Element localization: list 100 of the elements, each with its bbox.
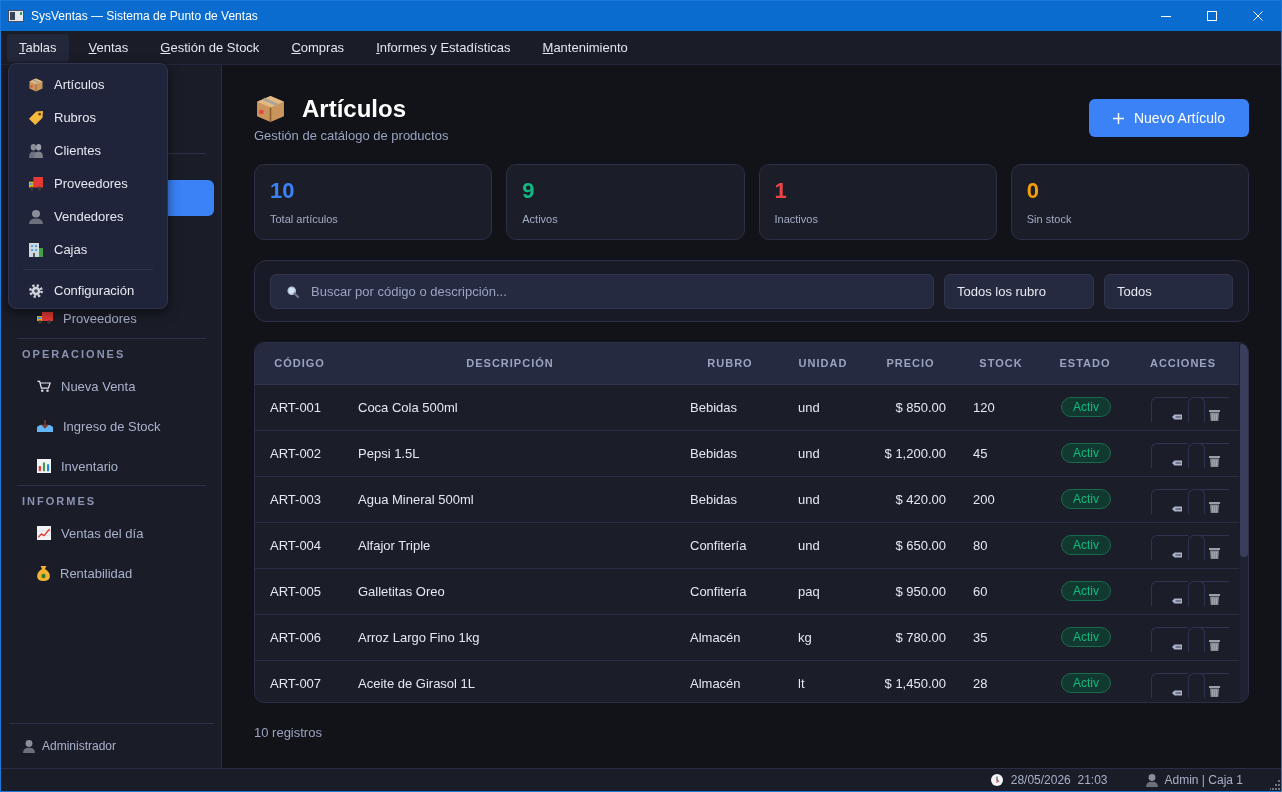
money-bag-icon <box>37 565 50 581</box>
window-title: SysVentas — Sistema de Punto de Ventas <box>31 9 258 23</box>
menu-item[interactable]: Informes y Estadísticas <box>364 33 523 62</box>
table-cell: $ 420.00 <box>862 476 959 522</box>
menu-item[interactable]: Mantenimiento <box>530 33 640 62</box>
edit-button[interactable] <box>1151 396 1188 422</box>
scrollbar-thumb[interactable] <box>1240 343 1248 557</box>
delete-button[interactable] <box>1188 580 1229 606</box>
trash-icon <box>1209 455 1220 467</box>
edit-button[interactable] <box>1151 580 1188 606</box>
people-icon <box>29 143 43 158</box>
column-header: CÓDIGO <box>255 343 344 384</box>
edit-button[interactable] <box>1151 442 1188 468</box>
sidebar-item[interactable]: Ingreso de Stock <box>9 408 214 444</box>
dropdown-item[interactable]: Cajas <box>9 233 167 266</box>
column-header: UNIDAD <box>784 343 862 384</box>
table-cell: 35 <box>959 614 1043 660</box>
delete-button[interactable] <box>1188 672 1229 698</box>
table-cell: $ 1,450.00 <box>862 660 959 702</box>
page-subtitle: Gestión de catálogo de productos <box>254 128 449 144</box>
table-cell: $ 850.00 <box>862 384 959 430</box>
delete-button[interactable] <box>1188 488 1229 514</box>
person-icon <box>1145 773 1158 787</box>
sidebar-item[interactable]: Inventario <box>9 448 214 484</box>
date-time: 28/05/2026 21:03 <box>1010 773 1108 787</box>
table-cell: 45 <box>959 430 1043 476</box>
delete-button[interactable] <box>1188 534 1229 560</box>
table-cell: und <box>784 384 862 430</box>
status-badge: Activ <box>1061 489 1111 509</box>
section-heading: OPERACIONES <box>22 347 127 361</box>
sidebar-item[interactable]: Nueva Venta <box>9 368 214 404</box>
delete-button[interactable] <box>1188 626 1229 652</box>
trash-icon <box>1209 409 1220 421</box>
stat-value: 1 <box>774 178 788 204</box>
search-field[interactable]: Buscar por código o descripción... <box>270 274 934 309</box>
building-icon <box>29 242 43 257</box>
table-cell: Bebidas <box>676 476 784 522</box>
table-cell: $ 650.00 <box>862 522 959 568</box>
person-icon <box>29 209 43 224</box>
person-icon <box>23 739 35 753</box>
sidebar-item[interactable]: Rentabilidad <box>9 555 214 591</box>
dropdown-item[interactable]: Vendedores <box>9 200 167 233</box>
stat-value: 10 <box>270 178 296 204</box>
menu-item[interactable]: Tablas <box>7 33 69 62</box>
sidebar-item[interactable]: Ventas del día <box>9 515 214 551</box>
table-cell: ART-007 <box>255 660 344 702</box>
menu-item[interactable]: Compras <box>279 33 357 62</box>
pencil-icon <box>1172 551 1182 558</box>
table-cell: und <box>784 476 862 522</box>
column-header: ESTADO <box>1043 343 1127 384</box>
truck-icon <box>37 312 53 324</box>
status-badge: Activ <box>1061 627 1111 647</box>
edit-button[interactable] <box>1151 672 1188 698</box>
pencil-icon <box>1172 413 1182 420</box>
category-select[interactable]: Todos los rubro <box>944 274 1094 309</box>
pencil-icon <box>1172 459 1182 466</box>
cart-icon <box>37 380 51 392</box>
edit-button[interactable] <box>1151 534 1188 560</box>
section-heading: INFORMES <box>22 494 98 508</box>
dropdown-item[interactable]: Proveedores <box>9 167 167 200</box>
table-cell: Galletitas Oreo <box>344 568 676 614</box>
search-icon <box>287 286 299 298</box>
table-cell: 120 <box>959 384 1043 430</box>
dropdown-item[interactable]: Clientes <box>9 134 167 167</box>
trash-icon <box>1209 593 1220 605</box>
new-article-button[interactable]: Nuevo Artículo <box>1089 99 1249 137</box>
table-cell: und <box>784 430 862 476</box>
app-icon <box>8 10 24 22</box>
delete-button[interactable] <box>1188 396 1229 422</box>
user-name: Administrador <box>42 739 117 753</box>
line-chart-icon <box>37 526 51 540</box>
sidebar-item[interactable]: Proveedores <box>9 310 214 326</box>
menu-item[interactable]: Gestión de Stock <box>148 33 272 62</box>
status-badge: Activ <box>1061 581 1111 601</box>
edit-button[interactable] <box>1151 488 1188 514</box>
table-cell: Alfajor Triple <box>344 522 676 568</box>
table-cell: Bebidas <box>676 430 784 476</box>
edit-button[interactable] <box>1151 626 1188 652</box>
dropdown-item[interactable]: Artículos <box>9 68 167 101</box>
menu-item[interactable]: Ventas <box>76 33 141 62</box>
dropdown-item[interactable]: Configuración <box>9 274 167 307</box>
stat-label: Activos <box>522 212 559 226</box>
maximize-icon <box>1207 11 1217 21</box>
gear-icon <box>29 283 43 298</box>
table-cell: Almacén <box>676 614 784 660</box>
table-cell: paq <box>784 568 862 614</box>
table-cell: Pepsi 1.5L <box>344 430 676 476</box>
dropdown-item[interactable]: Rubros <box>9 101 167 134</box>
record-count: 10 registros <box>254 725 323 741</box>
delete-button[interactable] <box>1188 442 1229 468</box>
column-header: DESCRIPCIÓN <box>344 343 676 384</box>
stat-label: Sin stock <box>1026 212 1073 226</box>
status-badge: Activ <box>1061 443 1111 463</box>
stat-value: 0 <box>1026 178 1040 204</box>
status-select[interactable]: Todos <box>1104 274 1233 309</box>
box-icon <box>29 77 43 92</box>
page-title: Artículos <box>302 95 406 123</box>
table-cell: 28 <box>959 660 1043 702</box>
resize-grip-icon <box>1270 780 1280 790</box>
status-badge: Activ <box>1061 397 1111 417</box>
